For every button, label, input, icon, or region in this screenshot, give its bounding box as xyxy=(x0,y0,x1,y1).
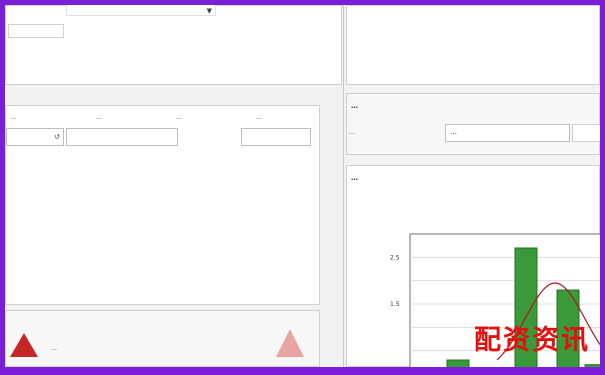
left-fields-panel: … … … … ↺ xyxy=(5,105,320,305)
bar xyxy=(584,364,600,367)
y-tick-label: 2.5 xyxy=(390,254,400,261)
field-label-1: … xyxy=(10,114,16,121)
main-splitter[interactable] xyxy=(343,5,344,367)
left-top-panel: ▼ xyxy=(5,5,342,85)
field-label-2: … xyxy=(96,114,102,121)
warning-icon xyxy=(10,333,38,357)
message-panel: … xyxy=(5,310,320,367)
top-left-input[interactable] xyxy=(8,24,64,38)
input-4[interactable] xyxy=(241,128,311,146)
bar xyxy=(446,359,470,367)
refresh-icon[interactable]: ↺ xyxy=(54,133,60,141)
right-params-panel: … … … xyxy=(346,93,600,155)
app-window: ▼ … … … … ↺ … … … … … 1.5 2.5 配资资讯 xyxy=(5,5,600,367)
warning-icon-light xyxy=(276,329,304,357)
field-label-4: … xyxy=(256,114,262,121)
chevron-down-icon: ▼ xyxy=(206,7,212,15)
section-title: … xyxy=(351,102,358,110)
right-top-panel xyxy=(346,5,600,85)
spinbox-1[interactable]: ↺ xyxy=(6,128,64,146)
param-extra[interactable] xyxy=(572,124,600,142)
y-tick-label: 1.5 xyxy=(390,301,400,308)
status-message: … xyxy=(51,345,57,352)
param-select[interactable]: … xyxy=(445,124,570,142)
watermark: 配资资讯 xyxy=(474,325,590,356)
top-select[interactable]: ▼ xyxy=(66,5,216,16)
field-label-3: … xyxy=(176,114,182,121)
select-3[interactable] xyxy=(151,128,181,146)
param-label: … xyxy=(349,129,355,136)
